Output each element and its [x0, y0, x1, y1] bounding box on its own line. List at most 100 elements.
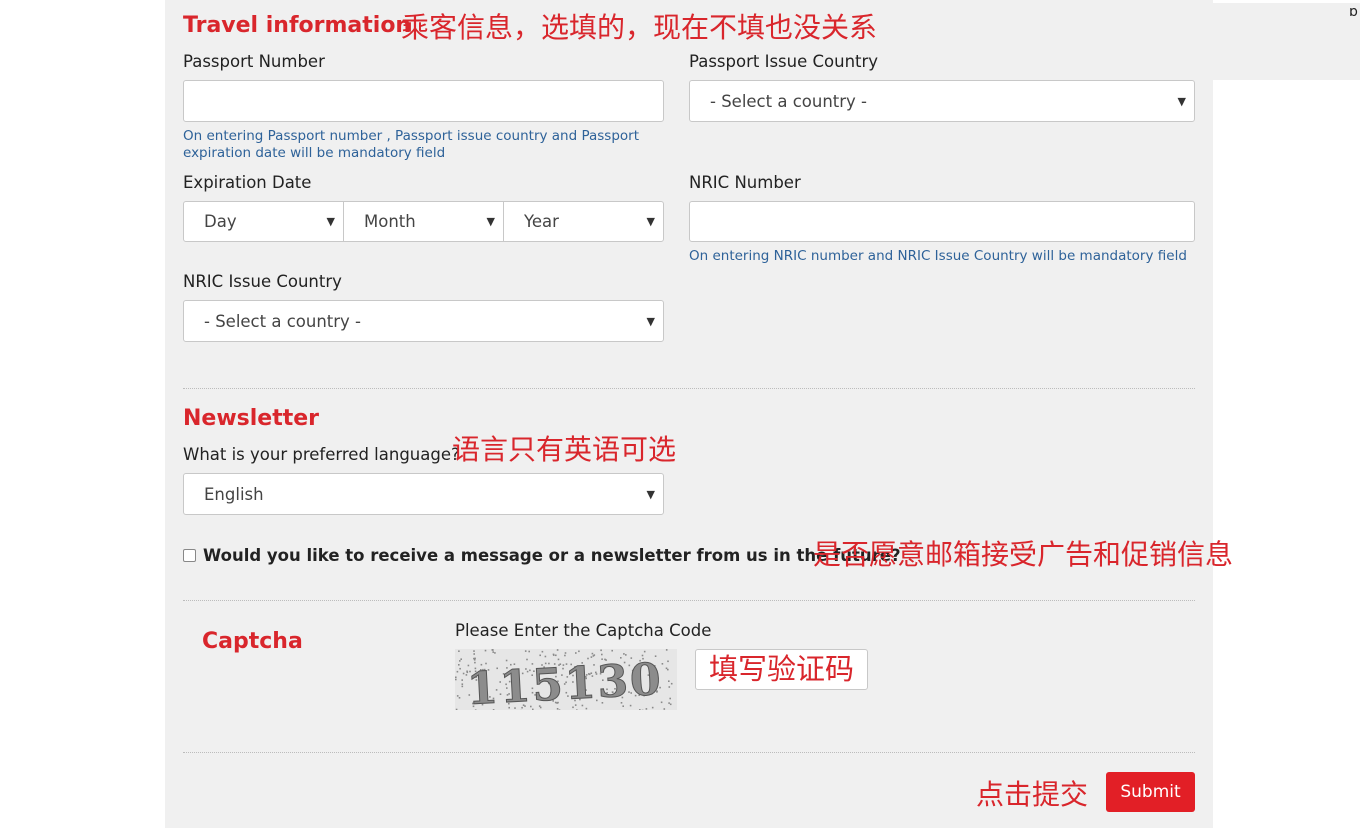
newsletter-section-title: Newsletter: [183, 406, 320, 431]
form-panel: [165, 0, 1213, 828]
captcha-noise-dot: [564, 652, 567, 654]
chevron-down-icon: ▼: [486, 215, 495, 228]
captcha-noise-dot: [592, 655, 595, 657]
nric-number-label: NRIC Number: [689, 173, 801, 192]
captcha-noise-dot: [458, 650, 460, 652]
nric-hint: On entering NRIC number and NRIC Issue C…: [689, 248, 1187, 264]
newsletter-opt-in-label[interactable]: Would you like to receive a message or a…: [203, 546, 901, 565]
captcha-noise-dot: [663, 708, 666, 710]
captcha-code-text: 115130: [466, 654, 664, 710]
passport-number-label: Passport Number: [183, 52, 325, 71]
chevron-down-icon: ▼: [646, 487, 655, 501]
captcha-noise-dot: [461, 685, 464, 688]
language-annotation: 语言只有英语可选: [452, 433, 677, 466]
captcha-noise-dot: [458, 664, 460, 666]
captcha-noise-dot: [661, 663, 664, 665]
month-value: Month: [364, 212, 416, 231]
corner-glyph: ɒ: [1349, 4, 1358, 20]
day-value: Day: [204, 212, 237, 231]
passport-country-select[interactable]: - Select a country - ▼: [689, 80, 1195, 122]
newsletter-annotation: 是否愿意邮箱接受广告和促销信息: [813, 538, 1234, 571]
captcha-noise-dot: [611, 649, 613, 652]
nric-country-label: NRIC Issue Country: [183, 272, 342, 291]
nric-number-input[interactable]: [689, 201, 1195, 242]
captcha-noise-dot: [524, 650, 527, 652]
captcha-annotation: 填写验证码: [708, 652, 854, 686]
language-value: English: [204, 484, 264, 504]
captcha-noise-dot: [473, 657, 475, 660]
travel-annotation: 乘客信息，选填的，现在不填也没关系: [401, 11, 878, 44]
captcha-noise-dot: [492, 649, 494, 651]
captcha-noise-dot: [668, 702, 670, 704]
passport-country-label: Passport Issue Country: [689, 52, 879, 71]
newsletter-opt-in-checkbox[interactable]: [183, 549, 196, 562]
captcha-noise-dot: [665, 667, 668, 670]
captcha-noise-dot: [462, 672, 465, 675]
captcha-prompt: Please Enter the Captcha Code: [455, 621, 712, 640]
captcha-noise-dot: [651, 706, 654, 709]
captcha-noise-dot: [473, 650, 475, 652]
captcha-noise-dot: [667, 660, 669, 663]
chevron-down-icon: ▼: [646, 215, 655, 228]
captcha-noise-dot: [623, 653, 625, 655]
captcha-noise-dot: [600, 649, 602, 652]
captcha-noise-dot: [591, 652, 594, 655]
section-divider: [183, 752, 1195, 753]
captcha-noise-dot: [643, 650, 646, 653]
captcha-noise-dot: [575, 652, 577, 654]
submit-annotation: 点击提交: [976, 778, 1089, 811]
captcha-noise-dot: [541, 650, 544, 653]
captcha-image: 115130: [455, 649, 677, 710]
captcha-section-title: Captcha: [202, 629, 303, 654]
captcha-noise-dot: [459, 660, 461, 662]
passport-country-value: - Select a country -: [710, 91, 867, 111]
year-value: Year: [524, 212, 559, 231]
language-select[interactable]: English ▼: [183, 473, 664, 515]
expiration-date-label: Expiration Date: [183, 173, 312, 192]
submit-button[interactable]: Submit: [1106, 772, 1195, 812]
captcha-noise-dot: [601, 653, 603, 656]
captcha-noise-dot: [553, 654, 555, 656]
travel-section-title: Travel information: [183, 13, 412, 38]
corner-strip: [1213, 3, 1360, 80]
captcha-noise-dot: [494, 652, 496, 654]
captcha-noise-dot: [639, 709, 641, 710]
expiration-day-select[interactable]: Day ▼: [184, 202, 344, 241]
captcha-noise-dot: [645, 708, 648, 710]
nric-country-select[interactable]: - Select a country - ▼: [183, 300, 664, 342]
captcha-noise-dot: [528, 650, 530, 653]
chevron-down-icon: ▼: [646, 314, 655, 328]
captcha-noise-dot: [669, 703, 672, 706]
captcha-noise-dot: [665, 649, 668, 651]
captcha-image-graphic: 115130: [455, 649, 673, 710]
captcha-noise-dot: [461, 683, 464, 685]
captcha-noise-dot: [484, 649, 487, 652]
captcha-input[interactable]: 填写验证码: [695, 649, 868, 690]
section-divider: [183, 600, 1195, 601]
captcha-noise-dot: [668, 680, 670, 682]
chevron-down-icon: ▼: [326, 215, 335, 228]
captcha-noise-dot: [670, 682, 673, 685]
captcha-noise-dot: [578, 650, 580, 653]
passport-hint: On entering Passport number , Passport i…: [183, 128, 640, 161]
chevron-down-icon: ▼: [1177, 94, 1186, 108]
captcha-noise-dot: [461, 679, 463, 681]
captcha-noise-dot: [456, 695, 459, 697]
captcha-noise-dot: [460, 658, 462, 660]
captcha-noise-dot: [456, 670, 459, 673]
expiration-month-select[interactable]: Month ▼: [344, 202, 504, 241]
language-label: What is your preferred language?: [183, 445, 460, 464]
section-divider: [183, 388, 1195, 389]
expiration-date-group: Day ▼ Month ▼ Year ▼: [183, 201, 664, 242]
captcha-noise-dot: [669, 697, 671, 700]
captcha-noise-dot: [544, 655, 547, 658]
captcha-noise-dot: [492, 651, 494, 653]
passport-number-input[interactable]: [183, 80, 664, 122]
expiration-year-select[interactable]: Year ▼: [504, 202, 663, 241]
captcha-noise-dot: [555, 654, 557, 657]
captcha-noise-dot: [455, 678, 457, 681]
captcha-noise-dot: [668, 686, 671, 688]
nric-country-value: - Select a country -: [204, 311, 361, 331]
captcha-noise-dot: [455, 708, 458, 710]
captcha-noise-dot: [459, 667, 461, 670]
